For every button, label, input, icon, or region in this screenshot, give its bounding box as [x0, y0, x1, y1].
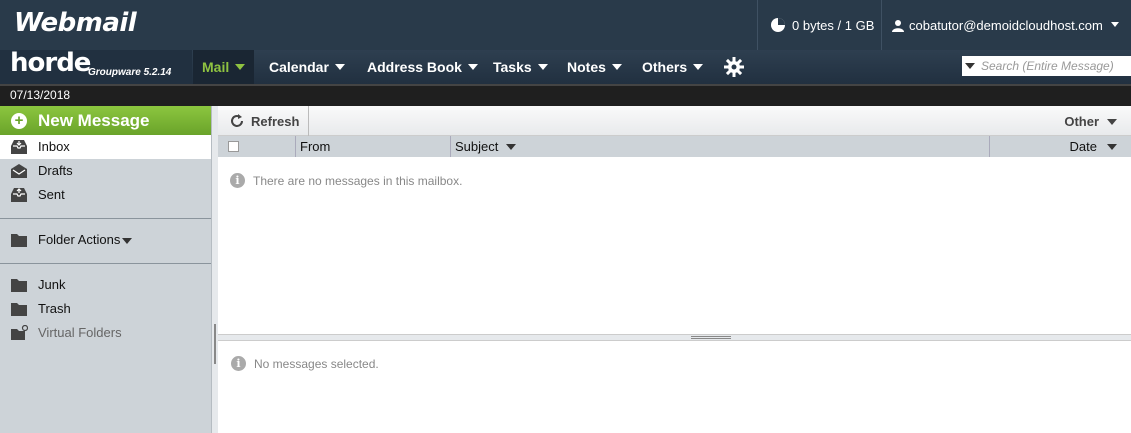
folder-virtual-folders[interactable]: Virtual Folders — [0, 321, 211, 345]
chevron-down-icon — [235, 64, 246, 70]
refresh-icon — [231, 114, 243, 127]
folder-drafts[interactable]: Drafts — [0, 159, 211, 183]
virtual-folder-icon — [11, 325, 28, 340]
horde-logo-text: horde — [10, 48, 91, 78]
chevron-down-icon — [693, 64, 704, 70]
user-icon — [892, 19, 904, 32]
message-list: i There are no messages in this mailbox. — [218, 157, 1131, 334]
column-from-label: From — [300, 139, 331, 154]
gear-icon[interactable] — [724, 57, 744, 77]
message-toolbar: Refresh Other — [218, 106, 1131, 136]
nav-mail[interactable]: Mail — [193, 50, 255, 84]
grip-icon — [214, 324, 216, 364]
search-box[interactable] — [962, 56, 1131, 76]
new-message-label: New Message — [38, 110, 150, 130]
horde-version: Groupware 5.2.14 — [88, 67, 172, 78]
nav-address-book-label: Address Book — [367, 59, 462, 75]
refresh-button[interactable]: Refresh — [218, 106, 309, 136]
current-date: 07/13/2018 — [10, 88, 71, 102]
nav-others[interactable]: Others — [642, 50, 704, 84]
nav-address-book[interactable]: Address Book — [367, 50, 478, 84]
column-date[interactable]: Date — [989, 136, 1131, 157]
nav-tasks[interactable]: Tasks — [493, 50, 548, 84]
select-all-checkbox[interactable] — [228, 141, 239, 152]
folder-icon — [11, 234, 27, 247]
folder-inbox[interactable]: Inbox — [0, 135, 211, 159]
user-email: cobatutor@demoidcloudhost.com — [909, 17, 1103, 33]
chevron-down-icon — [1107, 144, 1117, 150]
inbox-icon — [11, 140, 27, 154]
nav-notes-label: Notes — [567, 59, 606, 75]
drafts-icon — [11, 164, 27, 178]
folder-icon — [11, 303, 27, 316]
sent-icon — [11, 188, 27, 202]
webmail-logo[interactable]: Webmail — [14, 8, 137, 38]
divider — [0, 263, 211, 264]
chevron-down-icon — [611, 64, 622, 70]
folder-actions-menu[interactable]: Folder Actions — [0, 228, 211, 252]
divider — [0, 218, 211, 219]
folder-label: Sent — [38, 187, 65, 202]
top-bar: Webmail 0 bytes / 1 GB cobatutor@demoidc… — [0, 0, 1131, 50]
folder-trash[interactable]: Trash — [0, 297, 211, 321]
horde-logo[interactable]: horde Groupware 5.2.14 — [0, 48, 192, 84]
no-selection-notice: i No messages selected. — [231, 356, 379, 371]
folder-label: Trash — [38, 301, 71, 316]
date-bar: 07/13/2018 — [0, 84, 1131, 106]
no-selection-text: No messages selected. — [254, 356, 379, 371]
nav-mail-label: Mail — [202, 59, 230, 75]
new-message-button[interactable]: + New Message — [0, 106, 211, 135]
folder-label: Inbox — [38, 139, 70, 154]
sidebar-resize-handle[interactable] — [211, 106, 218, 433]
nav-notes[interactable]: Notes — [567, 50, 622, 84]
preview-resize-handle[interactable] — [218, 334, 1131, 341]
chevron-down-icon — [537, 64, 548, 70]
message-list-header: From Subject Date — [218, 136, 1131, 157]
info-icon: i — [230, 173, 245, 188]
chevron-down-icon — [334, 64, 345, 70]
other-label: Other — [1064, 114, 1099, 129]
column-date-label: Date — [1069, 139, 1097, 154]
column-subject-label: Subject — [455, 139, 499, 154]
refresh-label: Refresh — [251, 113, 300, 129]
folder-label: Virtual Folders — [38, 325, 122, 340]
folder-icon — [11, 279, 27, 292]
folder-junk[interactable]: Junk — [0, 273, 211, 297]
chevron-down-icon — [467, 64, 478, 70]
empty-mailbox-text: There are no messages in this mailbox. — [253, 173, 463, 188]
nav-calendar-label: Calendar — [269, 59, 329, 75]
nav-tasks-label: Tasks — [493, 59, 532, 75]
quota-indicator[interactable]: 0 bytes / 1 GB — [757, 0, 881, 50]
search-options-icon[interactable] — [965, 63, 975, 69]
info-icon: i — [231, 356, 246, 371]
grip-icon — [691, 336, 731, 339]
folder-sent[interactable]: Sent — [0, 183, 211, 207]
preview-pane: i No messages selected. — [218, 341, 1131, 433]
user-menu[interactable]: cobatutor@demoidcloudhost.com — [881, 0, 1131, 50]
folder-label: Drafts — [38, 163, 73, 178]
plus-icon: + — [11, 112, 27, 129]
empty-mailbox-notice: i There are no messages in this mailbox. — [230, 173, 462, 188]
folder-actions-label: Folder Actions — [38, 232, 121, 247]
quota-label: 0 bytes / 1 GB — [792, 17, 875, 33]
column-from[interactable]: From — [295, 136, 450, 157]
pie-chart-icon — [771, 18, 785, 32]
column-subject[interactable]: Subject — [450, 136, 517, 157]
nav-calendar[interactable]: Calendar — [269, 50, 345, 84]
folder-label: Junk — [38, 277, 66, 292]
other-menu-button[interactable]: Other — [1064, 114, 1117, 129]
chevron-down-icon — [1107, 118, 1117, 125]
sidebar: + New Message Inbox Drafts Sent Folder A… — [0, 106, 211, 433]
nav-others-label: Others — [642, 59, 688, 75]
caret-down-icon — [1111, 22, 1119, 27]
chevron-down-icon — [122, 238, 132, 244]
search-input[interactable] — [981, 59, 1121, 73]
sort-desc-icon — [506, 144, 517, 150]
